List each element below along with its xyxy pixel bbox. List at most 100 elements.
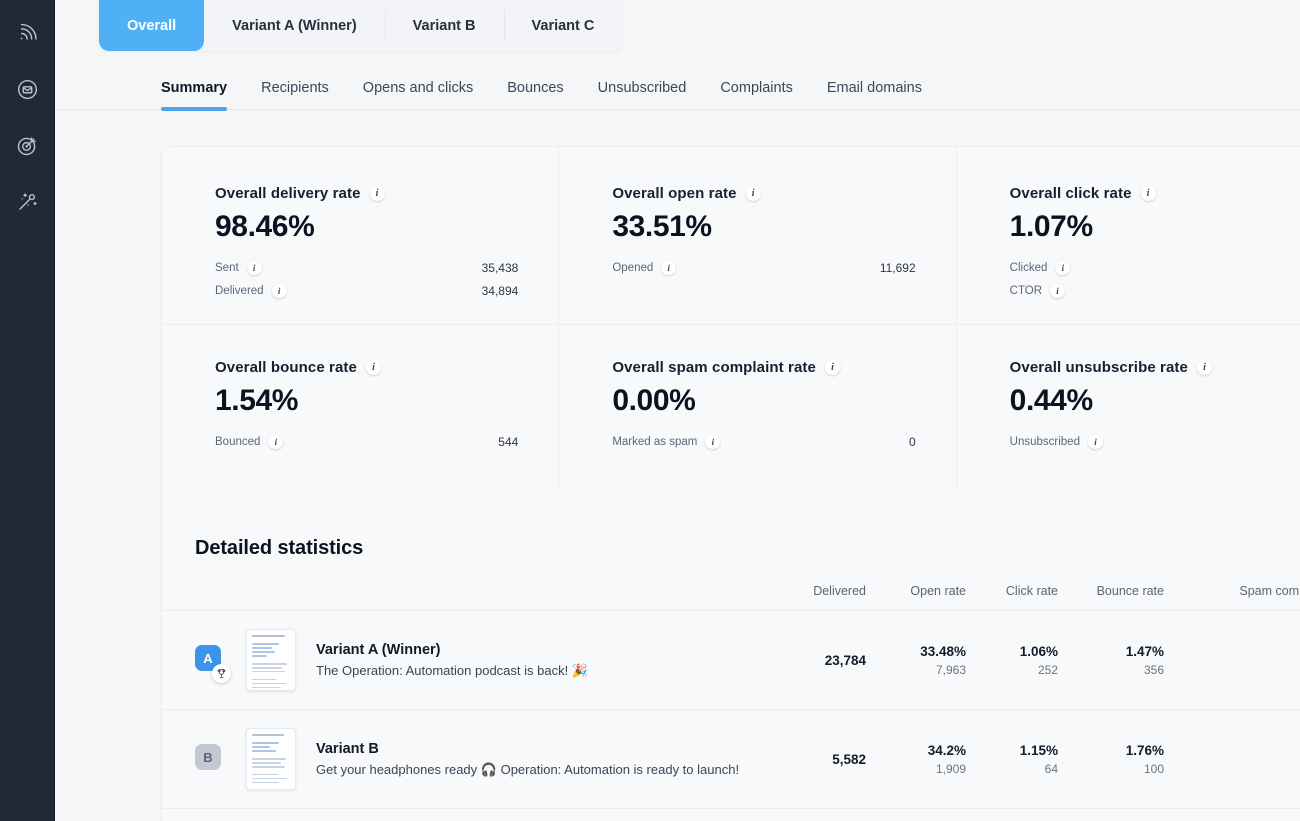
kpi-sub-label: CTOR <box>1010 285 1042 297</box>
email-preview-thumbnail[interactable] <box>246 629 296 691</box>
tab-unsubscribed[interactable]: Unsubscribed <box>581 80 704 109</box>
kpi-title: Overall spam complaint rate <box>612 359 816 376</box>
cell-bounce-rate: 1.76% 100 <box>1058 710 1164 809</box>
broadcast-icon[interactable] <box>13 18 43 48</box>
info-icon[interactable]: i <box>1088 435 1103 449</box>
variant-subject: The Operation: Automation podcast is bac… <box>316 663 588 679</box>
kpi-rows: Clickedi CTOR i <box>1010 261 1300 298</box>
variant-tab-c[interactable]: Variant C <box>504 0 623 51</box>
cell-spam-rate: 0% 0 <box>1164 809 1300 821</box>
magic-wand-icon[interactable] <box>13 186 43 216</box>
tab-summary[interactable]: Summary <box>161 80 244 109</box>
kpi-sub-value: 11,692 <box>880 261 916 275</box>
cell-bounce-rate: 1.57% 88 <box>1058 809 1164 821</box>
kpi-rows: Unsubscribed i <box>1010 435 1300 449</box>
email-preview-thumbnail[interactable] <box>246 728 296 790</box>
info-icon[interactable]: i <box>1197 360 1212 375</box>
tab-complaints[interactable]: Complaints <box>703 80 810 109</box>
variant-name: Variant A (Winner) <box>316 642 588 658</box>
kpi-title-row: Overall spam complaint rate i <box>612 359 915 376</box>
kpi-grid: Overall delivery rate i 98.46% Senti 35,… <box>162 147 1300 489</box>
kpi-rows: Openedi 11,692 <box>612 261 915 275</box>
spam-count: 0 <box>1164 663 1300 677</box>
kpi-spam-complaint-rate: Overall spam complaint rate i 0.00% Mark… <box>559 325 956 489</box>
kpi-sub-row: Deliveredi 34,894 <box>215 284 518 298</box>
main-area: Overall Variant A (Winner) Variant B Var… <box>55 0 1300 821</box>
kpi-title-row: Overall click rate i <box>1010 185 1300 202</box>
cell-delivered: 5,528 <box>778 809 866 821</box>
tab-email-domains[interactable]: Email domains <box>810 80 939 109</box>
col-open-rate: Open rate <box>866 584 966 611</box>
variant-subject: Get your headphones ready 🎧 Operation: A… <box>316 762 739 778</box>
kpi-value: 98.46% <box>215 210 518 243</box>
kpi-click-rate: Overall click rate i 1.07% Clickedi CTOR… <box>957 147 1300 325</box>
kpi-sub-label: Marked as spam <box>612 436 697 448</box>
kpi-title: Overall open rate <box>612 185 736 202</box>
info-icon[interactable]: i <box>705 435 720 449</box>
info-icon[interactable]: i <box>1050 284 1065 298</box>
kpi-bounce-rate: Overall bounce rate i 1.54% Bouncedi 544 <box>162 325 559 489</box>
variant-tab-a[interactable]: Variant A (Winner) <box>204 0 384 51</box>
info-icon[interactable]: i <box>366 360 381 375</box>
kpi-unsubscribe-rate: Overall unsubscribe rate i 0.44% Unsubsc… <box>957 325 1300 489</box>
info-icon[interactable]: i <box>268 435 283 449</box>
email-icon[interactable] <box>13 74 43 104</box>
info-icon[interactable]: i <box>1055 261 1070 275</box>
tab-bounces[interactable]: Bounces <box>490 80 580 109</box>
info-icon[interactable]: i <box>1141 186 1156 201</box>
table-body: A <box>162 611 1300 821</box>
kpi-title: Overall unsubscribe rate <box>1010 359 1188 376</box>
info-icon[interactable]: i <box>661 261 676 275</box>
detailed-statistics-title: Detailed statistics <box>162 537 1300 560</box>
kpi-open-rate: Overall open rate i 33.51% Openedi 11,69… <box>559 147 956 325</box>
kpi-rows: Senti 35,438 Deliveredi 34,894 <box>215 261 518 298</box>
detailed-statistics-section: Detailed statistics Delivered Open rate … <box>162 489 1300 821</box>
variant-info-cell: B <box>162 710 778 809</box>
variant-tab-overall[interactable]: Overall <box>99 0 204 51</box>
kpi-sub-row: Clickedi <box>1010 261 1300 275</box>
info-icon[interactable]: i <box>272 284 287 298</box>
info-icon[interactable]: i <box>247 261 262 275</box>
info-icon[interactable]: i <box>746 186 761 201</box>
table-row[interactable]: A <box>162 611 1300 710</box>
kpi-sub-label: Delivered <box>215 285 264 297</box>
variant-info-cell: A <box>162 611 778 710</box>
open-rate-value: 34.2% <box>866 743 966 758</box>
table-row[interactable]: B <box>162 710 1300 809</box>
cell-open-rate: 33.48% 7,963 <box>866 611 966 710</box>
kpi-value: 33.51% <box>612 210 915 243</box>
info-icon[interactable]: i <box>825 360 840 375</box>
kpi-sub-label: Opened <box>612 262 653 274</box>
kpi-title: Overall delivery rate <box>215 185 361 202</box>
kpi-value: 0.44% <box>1010 384 1300 417</box>
kpi-sub-label: Unsubscribed <box>1010 436 1080 448</box>
variant-tab-b[interactable]: Variant B <box>385 0 504 51</box>
spam-count: 0 <box>1164 762 1300 776</box>
kpi-sub-row: Marked as spami 0 <box>612 435 915 449</box>
open-rate-value: 33.48% <box>866 644 966 659</box>
tab-opens-and-clicks[interactable]: Opens and clicks <box>346 80 490 109</box>
bounce-rate-value: 1.76% <box>1058 743 1164 758</box>
opened-count: 1,909 <box>866 762 966 776</box>
col-spam-complaint-rate: Spam complaint rate <box>1164 584 1300 611</box>
info-icon[interactable]: i <box>370 186 385 201</box>
trophy-icon <box>212 664 231 683</box>
kpi-sub-row: Senti 35,438 <box>215 261 518 275</box>
target-icon[interactable] <box>13 130 43 160</box>
cell-click-rate: 1.06% 252 <box>966 611 1058 710</box>
kpi-sub-row: Bouncedi 544 <box>215 435 518 449</box>
bounced-count: 100 <box>1058 762 1164 776</box>
tab-recipients[interactable]: Recipients <box>244 80 346 109</box>
kpi-title-row: Overall delivery rate i <box>215 185 518 202</box>
table-header-row: Delivered Open rate Click rate Bounce ra… <box>162 584 1300 611</box>
variant-text-block: Variant A (Winner) The Operation: Automa… <box>316 642 588 679</box>
kpi-title-row: Overall bounce rate i <box>215 359 518 376</box>
kpi-title: Overall bounce rate <box>215 359 357 376</box>
kpi-sub-row: Openedi 11,692 <box>612 261 915 275</box>
click-rate-value: 1.15% <box>966 743 1058 758</box>
cell-click-rate: 1.15% 64 <box>966 710 1058 809</box>
kpi-sub-row: Unsubscribed i <box>1010 435 1300 449</box>
kpi-sub-value: 35,438 <box>482 261 519 275</box>
table-row[interactable]: C <box>162 809 1300 821</box>
variant-badge: B <box>195 744 221 770</box>
